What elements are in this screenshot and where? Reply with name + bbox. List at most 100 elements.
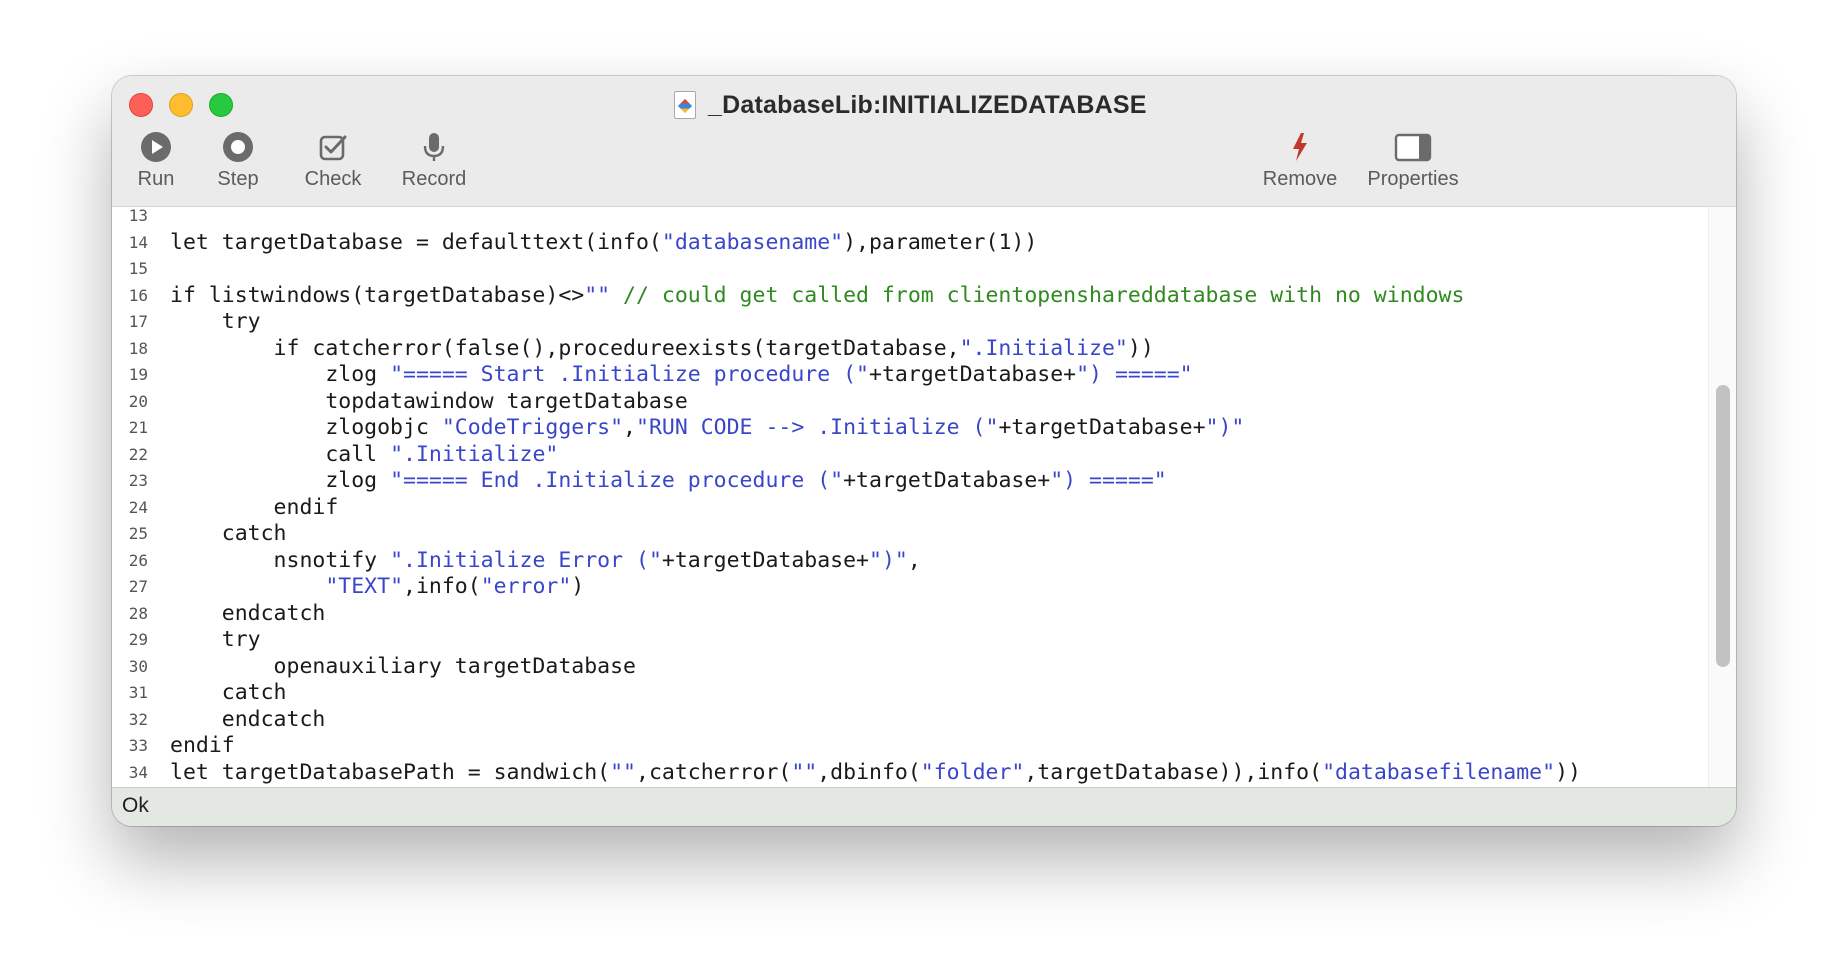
line-number: 13	[128, 207, 148, 225]
code-text: endcatch	[170, 706, 326, 732]
code-text: catch	[170, 521, 287, 546]
code-text: topdatawindow targetDatabase	[170, 388, 688, 414]
line-number: 17	[128, 312, 148, 331]
code-text: endif	[170, 494, 339, 520]
string-literal: "databasename"	[661, 229, 844, 255]
code-line[interactable]: if catcherror(false(),procedureexists(ta…	[170, 336, 1154, 362]
code-text: catch	[170, 680, 287, 705]
line-number: 26	[128, 550, 148, 570]
code-text: call	[170, 441, 391, 467]
string-literal: "folder"	[920, 759, 1025, 785]
status-text: Ok	[122, 794, 149, 817]
scrollbar-thumb[interactable]	[1716, 385, 1730, 667]
properties-label: Properties	[1367, 168, 1459, 190]
minimize-window-button[interactable]	[169, 93, 193, 117]
line-number: 27	[128, 577, 148, 596]
string-literal: ")"	[869, 547, 908, 573]
string-literal: "databasefilename"	[1322, 759, 1556, 785]
string-literal: ".Initialize Error ("	[390, 547, 662, 573]
code-line[interactable]: try	[170, 627, 261, 653]
window-title-text: _DatabaseLib:INITIALIZEDATABASE	[708, 90, 1147, 119]
code-text: ,	[907, 547, 921, 573]
code-text: openauxiliary targetDatabase	[170, 653, 636, 679]
code-line[interactable]: endif	[170, 494, 339, 521]
step-button[interactable]: Step	[206, 130, 270, 200]
line-number: 29	[128, 630, 148, 649]
string-literal: ".Initialize"	[390, 441, 559, 467]
code-line[interactable]: catch	[170, 521, 287, 547]
run-label: Run	[137, 168, 175, 190]
code-line[interactable]: endcatch	[170, 706, 326, 733]
code-text: zlogobjc	[170, 415, 442, 440]
code-line[interactable]: try	[170, 309, 261, 335]
microphone-icon	[423, 133, 445, 161]
string-literal: "===== Start .Initialize procedure ("	[390, 362, 869, 387]
code-line[interactable]: endcatch	[170, 600, 326, 627]
code-text: if listwindows(targetDatabase)<>	[170, 282, 585, 308]
code-line[interactable]: "TEXT",info("error")	[170, 574, 584, 600]
code-text: zlog	[170, 362, 391, 387]
record-button[interactable]: Record	[374, 130, 494, 200]
code-line[interactable]: if listwindows(targetDatabase)<>"" // co…	[170, 283, 1464, 309]
zoom-window-button[interactable]	[209, 93, 233, 117]
close-window-button[interactable]	[129, 93, 153, 117]
check-label: Check	[304, 168, 362, 190]
code-text: let targetDatabasePath = sandwich(	[170, 759, 611, 785]
code-text: +targetDatabase+	[998, 415, 1206, 440]
code-line[interactable]: zlog "===== Start .Initialize procedure …	[170, 362, 1192, 388]
remove-label: Remove	[1262, 168, 1338, 190]
code-text: )	[571, 574, 585, 599]
code-text: +targetDatabase+	[843, 468, 1051, 493]
code-line[interactable]: nsnotify ".Initialize Error ("+targetDat…	[170, 548, 921, 574]
string-literal: ""	[791, 759, 818, 785]
step-circle-icon	[223, 132, 253, 162]
run-button[interactable]: Run	[124, 130, 188, 200]
sidebar-panel-icon	[1394, 133, 1432, 162]
step-label: Step	[217, 168, 259, 190]
code-text: +targetDatabase+	[869, 362, 1077, 387]
window-title: _DatabaseLib:INITIALIZEDATABASE	[674, 90, 1147, 120]
document-icon	[674, 91, 696, 119]
code-text: nsnotify	[170, 547, 391, 573]
line-number: 16	[128, 285, 148, 305]
string-literal: "RUN CODE --> .Initialize ("	[636, 415, 999, 440]
code-line[interactable]: catch	[170, 680, 287, 706]
remove-button[interactable]: Remove	[1250, 130, 1350, 200]
line-number: 18	[128, 338, 148, 358]
code-text: ,	[623, 415, 636, 440]
code-line[interactable]: topdatawindow targetDatabase	[170, 388, 688, 415]
string-literal: ""	[610, 759, 636, 785]
code-text: ,dbinfo(	[817, 759, 921, 785]
code-text: ),parameter(1))	[843, 229, 1038, 255]
code-line[interactable]: zlog "===== End .Initialize procedure ("…	[170, 468, 1166, 494]
code-editor[interactable]: 13 14 15 16 17 18 19 20 21 22 23 24 25 26 27 28 29 30 31 32…	[112, 207, 1736, 787]
code-text: ,targetDatabase)),info(	[1024, 759, 1323, 785]
line-number-gutter: 13 14 15 16 17 18 19 20 21 22 23 24 25 26 27 28 29 30 31 32…	[112, 207, 152, 787]
line-number: 19	[128, 365, 148, 384]
line-number: 15	[128, 259, 148, 278]
vertical-scrollbar[interactable]	[1708, 207, 1736, 787]
code-text: try	[170, 627, 261, 652]
line-number: 25	[128, 524, 148, 543]
code-line[interactable]: openauxiliary targetDatabase	[170, 654, 636, 680]
code-line[interactable]: call ".Initialize"	[170, 442, 558, 468]
line-number: 14	[128, 232, 148, 252]
line-number: 24	[128, 497, 148, 517]
code-text: endcatch	[170, 600, 326, 626]
procedure-editor-window: _DatabaseLib:INITIALIZEDATABASE Run Step…	[112, 76, 1736, 826]
line-number: 33	[128, 736, 148, 755]
record-label: Record	[401, 168, 467, 190]
check-button[interactable]: Check	[288, 130, 378, 200]
code-line[interactable]: zlogobjc "CodeTriggers","RUN CODE --> .I…	[170, 415, 1244, 441]
line-number: 21	[128, 418, 148, 437]
code-text: ,info(	[403, 574, 481, 599]
string-literal: ".Initialize"	[959, 335, 1128, 361]
line-number: 34	[128, 762, 148, 782]
properties-button[interactable]: Properties	[1358, 130, 1468, 200]
line-number: 20	[128, 391, 148, 411]
code-line[interactable]: let targetDatabase = defaulttext(info("d…	[170, 230, 1037, 256]
string-literal: "===== End .Initialize procedure ("	[390, 468, 844, 493]
code-line[interactable]: endif	[170, 733, 235, 759]
code-line[interactable]: let targetDatabasePath = sandwich("",cat…	[170, 760, 1581, 786]
